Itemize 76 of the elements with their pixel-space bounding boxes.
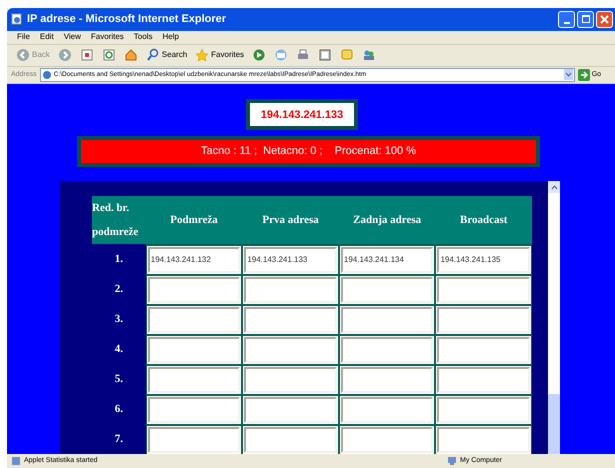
forward-button[interactable] — [56, 48, 73, 62]
menu-item[interactable]: Tools — [134, 31, 152, 44]
media-icon — [252, 48, 266, 62]
favorites-icon — [195, 48, 210, 62]
stop-button[interactable] — [78, 48, 95, 62]
row-number: 2. — [114, 282, 124, 297]
applet-icon — [11, 456, 21, 466]
input-field[interactable] — [244, 426, 337, 453]
search-button[interactable]: Search — [144, 48, 188, 62]
input-field[interactable] — [437, 276, 530, 303]
input-field[interactable] — [148, 396, 240, 423]
maximize-button[interactable] — [577, 10, 594, 28]
scrollbar[interactable] — [548, 181, 560, 454]
input-field[interactable] — [340, 276, 434, 303]
input-field[interactable] — [437, 396, 530, 423]
dropdown-icon[interactable] — [564, 69, 573, 80]
input-field[interactable] — [437, 306, 530, 333]
input-field[interactable]: 194.143.241.134 — [340, 246, 434, 273]
input-field[interactable] — [437, 366, 530, 393]
input-field[interactable] — [244, 306, 337, 333]
input-field[interactable] — [340, 366, 434, 393]
input-field[interactable] — [148, 366, 240, 393]
menu-item[interactable]: View — [64, 31, 81, 44]
forward-icon — [58, 48, 72, 62]
row-number: 4. — [114, 342, 124, 357]
row-number: 7. — [114, 432, 124, 447]
back-icon — [16, 48, 30, 62]
input-field[interactable] — [244, 366, 337, 393]
input-field[interactable] — [340, 306, 434, 333]
input-field[interactable]: 194.143.241.133 — [244, 246, 337, 273]
column-header: Podmreža — [169, 212, 219, 228]
input-field[interactable] — [437, 426, 530, 453]
input-field[interactable] — [340, 396, 434, 423]
input-field[interactable] — [148, 426, 240, 453]
row-number: 1. — [114, 252, 124, 267]
menu-item[interactable]: Edit — [40, 31, 54, 44]
computer-icon — [447, 456, 457, 466]
favorites-button[interactable]: Favorites — [194, 48, 246, 62]
ip-address: 194.143.241.133 — [246, 99, 358, 130]
input-field[interactable]: 194.143.241.132 — [148, 246, 240, 273]
menu-item[interactable]: Favorites — [90, 31, 124, 44]
scrollbar-thumb[interactable] — [548, 394, 560, 454]
score-bar: Tacno : 11 ; Netacno: 0 ; Procenat: 100 % — [77, 136, 540, 168]
row-number: 6. — [114, 402, 124, 417]
home-icon — [124, 48, 138, 62]
input-field[interactable] — [340, 426, 434, 453]
column-header: Prva adresa — [261, 212, 320, 228]
input-field[interactable] — [148, 306, 240, 333]
close-icon — [600, 14, 609, 24]
arrow-icon — [578, 68, 590, 81]
menu-item[interactable]: Help — [162, 31, 179, 44]
column-header: Broadcast — [458, 212, 508, 228]
close-button[interactable] — [596, 10, 613, 28]
minimize-icon — [564, 22, 570, 24]
row-number: 5. — [114, 372, 124, 387]
home-button[interactable] — [122, 48, 139, 62]
input-field[interactable] — [148, 336, 240, 363]
search-icon — [146, 48, 160, 62]
input-field[interactable]: 194.143.241.135 — [437, 246, 530, 273]
input-field[interactable] — [244, 276, 337, 303]
stop-icon — [80, 48, 94, 62]
input-field[interactable] — [244, 336, 337, 363]
column-header: Red. br. podmreže — [92, 201, 140, 240]
ie-page-icon — [11, 13, 23, 26]
row-number: 3. — [114, 312, 124, 327]
messenger-icon — [362, 48, 376, 62]
menu-item[interactable]: File — [17, 31, 30, 44]
minimize-button[interactable] — [558, 10, 575, 28]
media-button[interactable] — [251, 48, 268, 62]
input-field[interactable] — [340, 336, 434, 363]
input-field[interactable] — [437, 336, 530, 363]
maximize-icon — [582, 15, 590, 24]
input-field[interactable] — [148, 276, 240, 303]
input-field[interactable] — [244, 396, 337, 423]
window-title: IP adrese - Microsoft Internet Explorer — [27, 12, 226, 28]
column-header: Zadnja adresa — [352, 212, 422, 228]
